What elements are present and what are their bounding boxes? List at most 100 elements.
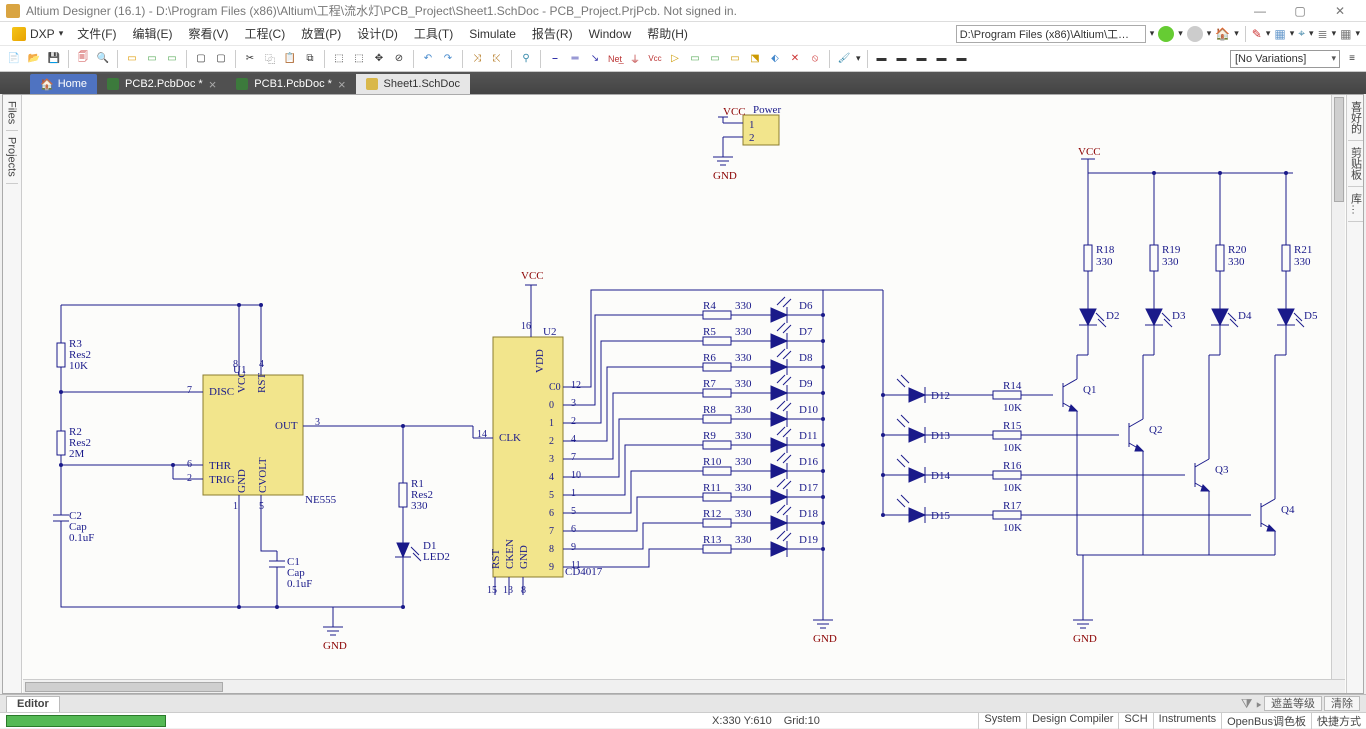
sheet2-icon[interactable]: ▢: [213, 51, 229, 67]
print-icon[interactable]: 🗐: [75, 51, 91, 67]
tab-sheet1[interactable]: Sheet1.SchDoc: [356, 74, 470, 94]
menu-tools[interactable]: 工具(T): [406, 23, 461, 44]
rightpanel-clip[interactable]: 剪贴板: [1348, 141, 1364, 187]
part-icon[interactable]: ▷: [667, 51, 683, 67]
panel-system[interactable]: System: [978, 713, 1026, 729]
sheet1-icon[interactable]: ▢: [193, 51, 209, 67]
noerc-icon[interactable]: ✕: [787, 51, 803, 67]
busent-icon[interactable]: ↘: [587, 51, 603, 67]
zoom-icon[interactable]: 🔍: [95, 51, 111, 67]
tab-pcb2[interactable]: PCB2.PcbDoc *×: [97, 74, 226, 94]
generic-icon[interactable]: ⦸: [807, 51, 823, 67]
panel-shortcuts[interactable]: 快捷方式: [1311, 713, 1366, 729]
tb-list-icon[interactable]: ≣: [1318, 27, 1328, 41]
menu-project[interactable]: 工程(C): [237, 23, 294, 44]
menu-place[interactable]: 放置(P): [293, 23, 349, 44]
clear-button[interactable]: 清除: [1324, 696, 1360, 711]
bus-icon[interactable]: ═: [567, 51, 583, 67]
svg-text:NE555: NE555: [305, 494, 337, 506]
redo-icon[interactable]: ↷: [440, 51, 456, 67]
region4-icon[interactable]: ▬: [934, 51, 950, 67]
close-button[interactable]: ✕: [1320, 4, 1360, 18]
netlabel-icon[interactable]: Net̲: [607, 51, 623, 67]
region5-icon[interactable]: ▬: [954, 51, 970, 67]
hier1-icon[interactable]: ⤨: [469, 51, 485, 67]
deselect-icon[interactable]: ⊘: [391, 51, 407, 67]
right-block: VCC: [1078, 146, 1293, 173]
cut-icon[interactable]: ✂: [242, 51, 258, 67]
close-icon[interactable]: ×: [209, 77, 217, 92]
brush-icon[interactable]: 🖌: [836, 51, 852, 67]
home-nav-icon[interactable]: 🏠: [1215, 27, 1230, 41]
vcc-icon[interactable]: Vcc: [647, 51, 663, 67]
panel-openbus[interactable]: OpenBus调色板: [1221, 713, 1311, 729]
copy-icon[interactable]: ⿻: [262, 51, 278, 67]
open-icon[interactable]: 📂: [26, 51, 42, 67]
paste-icon[interactable]: 📋: [282, 51, 298, 67]
menu-file[interactable]: 文件(F): [69, 23, 124, 44]
harness-icon[interactable]: ⬖: [767, 51, 783, 67]
comp3-icon[interactable]: ▭: [164, 51, 180, 67]
menu-view[interactable]: 察看(V): [181, 23, 237, 44]
select2-icon[interactable]: ⬚: [351, 51, 367, 67]
move-icon[interactable]: ✥: [371, 51, 387, 67]
comp2-icon[interactable]: ▭: [144, 51, 160, 67]
panel-instruments[interactable]: Instruments: [1153, 713, 1221, 729]
region3-icon[interactable]: ▬: [914, 51, 930, 67]
tab-home[interactable]: 🏠Home: [30, 74, 97, 94]
crossprobe-icon[interactable]: ⚲: [518, 51, 534, 67]
tb-grid-icon[interactable]: ▦: [1340, 27, 1351, 41]
maximize-button[interactable]: ▢: [1280, 4, 1320, 18]
rightpanel-lib[interactable]: 库…: [1348, 187, 1364, 222]
leftpanel-projects[interactable]: Projects: [6, 131, 18, 184]
dev-icon[interactable]: ▭: [727, 51, 743, 67]
mask-level-button[interactable]: 遮盖等级: [1264, 696, 1322, 711]
u1-ne555: U1 NE555 DISC VCC RST OUT THR TRIG GND C…: [183, 357, 337, 513]
menu-simulate[interactable]: Simulate: [461, 25, 524, 43]
horizontal-scrollbar[interactable]: [23, 679, 1345, 693]
editor-tab[interactable]: Editor: [6, 696, 60, 712]
menu-design[interactable]: 设计(D): [349, 23, 406, 44]
rightpanel-fav[interactable]: 喜好的: [1348, 95, 1364, 141]
undo-icon[interactable]: ↶: [420, 51, 436, 67]
vertical-scrollbar[interactable]: [1331, 95, 1345, 679]
panel-sch[interactable]: SCH: [1118, 713, 1152, 729]
funnel-icon[interactable]: ⧩ ▸: [1241, 696, 1262, 712]
port-icon[interactable]: ⬔: [747, 51, 763, 67]
wire-icon[interactable]: ⎯: [547, 51, 563, 67]
variation-dropdown[interactable]: [No Variations]: [1230, 50, 1340, 68]
sheet-ent-icon[interactable]: ▭: [707, 51, 723, 67]
tb-layer-icon[interactable]: ▦: [1274, 27, 1285, 41]
panel-compiler[interactable]: Design Compiler: [1026, 713, 1118, 729]
minimize-button[interactable]: —: [1240, 4, 1280, 18]
comp1-icon[interactable]: ▭: [124, 51, 140, 67]
stamp-icon[interactable]: ⧉: [302, 51, 318, 67]
menu-window[interactable]: Window: [581, 25, 640, 43]
tb-end-icon[interactable]: ≡: [1344, 51, 1360, 67]
svg-text:10K: 10K: [1003, 522, 1022, 534]
new-icon[interactable]: 📄: [6, 51, 22, 67]
region1-icon[interactable]: ▬: [874, 51, 890, 67]
nav-back-icon[interactable]: [1158, 26, 1174, 42]
gnd-icon[interactable]: ⏚: [627, 51, 643, 67]
tb-scope-icon[interactable]: ⌖: [1298, 26, 1305, 41]
sheet-sym-icon[interactable]: ▭: [687, 51, 703, 67]
path-box[interactable]: D:\Program Files (x86)\Altium\工…: [956, 25, 1146, 43]
nav-fwd-icon[interactable]: [1187, 26, 1203, 42]
menu-edit[interactable]: 编辑(E): [125, 23, 181, 44]
dxp-button[interactable]: DXP ▾: [6, 27, 69, 41]
menu-report[interactable]: 报告(R): [524, 23, 581, 44]
svg-text:R21: R21: [1294, 244, 1312, 256]
menu-help[interactable]: 帮助(H): [639, 23, 696, 44]
save-icon[interactable]: 💾: [46, 51, 62, 67]
region2-icon[interactable]: ▬: [894, 51, 910, 67]
leftpanel-files[interactable]: Files: [6, 95, 18, 131]
tb-draw1-icon[interactable]: ✎: [1252, 27, 1262, 41]
select1-icon[interactable]: ⬚: [331, 51, 347, 67]
schematic-canvas[interactable]: VCC Power 1 2 GND U1 NE555 DISC VCC RST …: [23, 95, 1333, 675]
hier2-icon[interactable]: ⤪: [489, 51, 505, 67]
svg-text:VCC: VCC: [723, 106, 746, 118]
tab-pcb1[interactable]: PCB1.PcbDoc *×: [226, 74, 355, 94]
close-icon[interactable]: ×: [338, 77, 346, 92]
svg-text:330: 330: [1162, 256, 1179, 268]
